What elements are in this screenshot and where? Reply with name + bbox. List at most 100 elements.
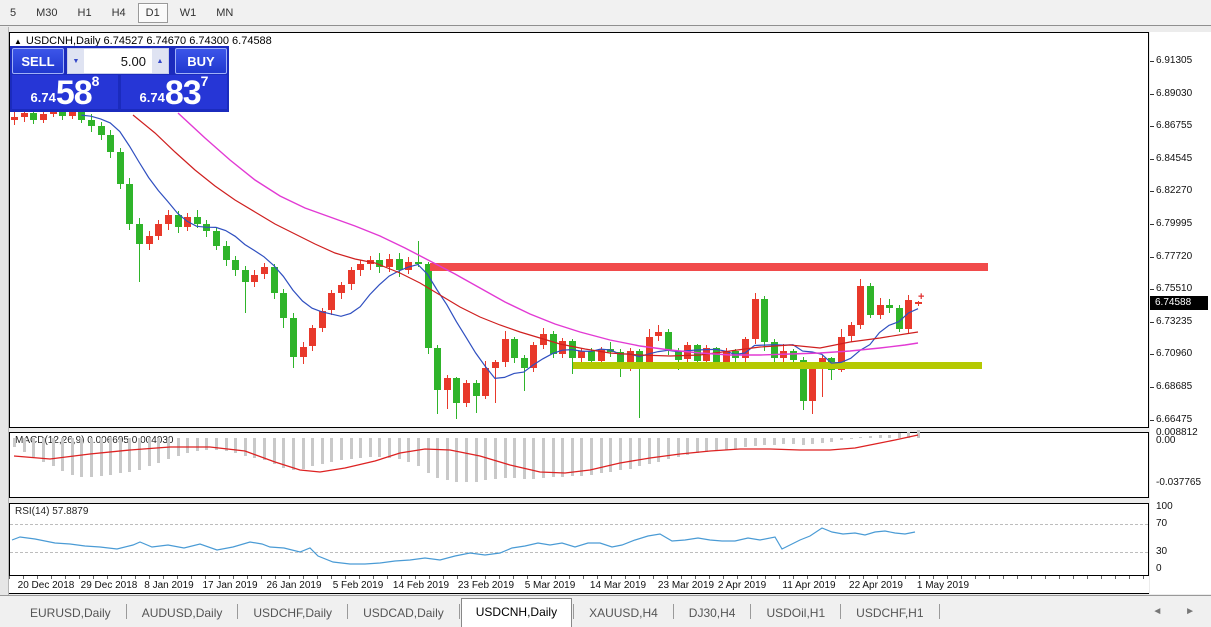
rsi-axis-label: 100 bbox=[1156, 501, 1173, 512]
price-axis-label: 6.89030 bbox=[1156, 88, 1192, 99]
price-axis-label: 6.82270 bbox=[1156, 185, 1192, 196]
tab-xauusd[interactable]: XAUUSD,H4 bbox=[575, 600, 672, 627]
price-axis-tick bbox=[1150, 224, 1154, 225]
current-price-badge: 6.74588 bbox=[1150, 296, 1208, 310]
macd-axis-label: 0.00 bbox=[1156, 435, 1175, 446]
rsi-axis-label: 70 bbox=[1156, 518, 1167, 529]
date-axis-label: 1 May 2019 bbox=[917, 580, 969, 591]
buy-price-main: 83 bbox=[165, 78, 201, 108]
volume-stepper: ▼ ▲ bbox=[67, 48, 169, 74]
price-axis-label: 6.91305 bbox=[1156, 55, 1192, 66]
tab-usdcnh[interactable]: USDCNH,Daily bbox=[461, 598, 572, 627]
date-axis-label: 26 Jan 2019 bbox=[266, 580, 321, 591]
price-axis-tick bbox=[1150, 61, 1154, 62]
chart-tab-bar: EURUSD,DailyAUDUSD,DailyUSDCHF,DailyUSDC… bbox=[0, 595, 1211, 627]
date-axis-label: 22 Apr 2019 bbox=[849, 580, 903, 591]
date-axis-label: 14 Feb 2019 bbox=[393, 580, 449, 591]
tab-usdchf[interactable]: USDCHF,H1 bbox=[842, 600, 937, 627]
timeframe-button-m30[interactable]: M30 bbox=[28, 3, 65, 23]
macd-signal-red-line bbox=[14, 435, 918, 473]
macd-axis-label: -0.037765 bbox=[1156, 477, 1201, 488]
sell-button[interactable]: SELL bbox=[12, 48, 64, 74]
sell-price-pip: 8 bbox=[92, 73, 100, 89]
tab-separator bbox=[459, 604, 460, 619]
price-axis-tick bbox=[1150, 322, 1154, 323]
ohlc-close: 6.74588 bbox=[232, 35, 272, 47]
tab-separator bbox=[573, 604, 574, 619]
date-axis[interactable]: 20 Dec 2018 29 Dec 2018 8 Jan 2019 17 Jan 2… bbox=[9, 576, 1149, 594]
timeframe-button-5[interactable]: 5 bbox=[2, 3, 24, 23]
date-axis-label: 8 Jan 2019 bbox=[144, 580, 194, 591]
tab-separator bbox=[840, 604, 841, 619]
macd-signal-line bbox=[10, 433, 1148, 497]
volume-increase-icon[interactable]: ▲ bbox=[152, 49, 168, 73]
price-axis-label: 6.70960 bbox=[1156, 348, 1192, 359]
price-axis-label: 6.86755 bbox=[1156, 120, 1192, 131]
ma-mid-red-line bbox=[133, 115, 918, 356]
trading-platform-window: 5M30H1H4D1W1MN + ▲USDCNH,Daily 6.74527 6… bbox=[0, 0, 1211, 627]
tab-separator bbox=[939, 604, 940, 619]
volume-input[interactable] bbox=[84, 49, 152, 73]
timeframe-button-w1[interactable]: W1 bbox=[172, 3, 205, 23]
price-axis-tick bbox=[1150, 159, 1154, 160]
tab-separator bbox=[673, 604, 674, 619]
price-axis-label: 6.68685 bbox=[1156, 381, 1192, 392]
tab-separator bbox=[347, 604, 348, 619]
price-axis-tick bbox=[1150, 94, 1154, 95]
timeframe-button-h1[interactable]: H1 bbox=[70, 3, 100, 23]
tab-separator bbox=[126, 604, 127, 619]
timeframe-button-mn[interactable]: MN bbox=[208, 3, 241, 23]
rsi-axis-label: 0 bbox=[1156, 563, 1162, 574]
price-axis-tick bbox=[1150, 387, 1154, 388]
date-axis-label: 29 Dec 2018 bbox=[81, 580, 138, 591]
buy-price-pip: 7 bbox=[201, 73, 209, 89]
tab-dj30[interactable]: DJ30,H4 bbox=[675, 600, 750, 627]
sell-price-tile[interactable]: 6.74 58 8 bbox=[12, 75, 118, 109]
date-axis-label: 23 Mar 2019 bbox=[658, 580, 714, 591]
tab-usdoil[interactable]: USDOil,H1 bbox=[752, 600, 839, 627]
sell-price-prefix: 6.74 bbox=[31, 90, 56, 105]
tab-scroll-arrows[interactable]: ◄ ► bbox=[1152, 606, 1205, 617]
timeframe-button-d1[interactable]: D1 bbox=[138, 3, 168, 23]
ma-slow-magenta-line bbox=[178, 113, 918, 355]
price-axis-tick bbox=[1150, 126, 1154, 127]
date-axis-label: 17 Jan 2019 bbox=[202, 580, 257, 591]
date-axis-label: 5 Feb 2019 bbox=[333, 580, 384, 591]
price-axis-label: 6.75510 bbox=[1156, 283, 1192, 294]
price-axis[interactable]: 6.91305 6.89030 6.86755 6.84545 6.82270 6.799… bbox=[1150, 32, 1211, 594]
price-axis-tick bbox=[1150, 420, 1154, 421]
date-axis-label: 2 Apr 2019 bbox=[718, 580, 766, 591]
price-axis-label: 6.77720 bbox=[1156, 251, 1192, 262]
price-axis-tick bbox=[1150, 289, 1154, 290]
sell-price-main: 58 bbox=[56, 78, 92, 108]
tab-separator bbox=[750, 604, 751, 619]
buy-price-tile[interactable]: 6.74 83 7 bbox=[121, 75, 227, 109]
rsi-indicator-pane[interactable]: RSI(14) 57.8879 bbox=[9, 503, 1149, 576]
tab-eurusd[interactable]: EURUSD,Daily bbox=[16, 600, 125, 627]
macd-indicator-pane[interactable]: MACD(12,26,9) 0.006695 0.004030 bbox=[9, 432, 1149, 498]
price-axis-label: 6.66475 bbox=[1156, 414, 1192, 425]
tab-usdchf[interactable]: USDCHF,Daily bbox=[239, 600, 346, 627]
rsi-blue-line bbox=[12, 528, 915, 564]
buy-button[interactable]: BUY bbox=[175, 48, 227, 74]
price-axis-tick bbox=[1150, 354, 1154, 355]
date-axis-label: 23 Feb 2019 bbox=[458, 580, 514, 591]
tab-usdcad[interactable]: USDCAD,Daily bbox=[349, 600, 458, 627]
tab-separator bbox=[237, 604, 238, 619]
tab-audusd[interactable]: AUDUSD,Daily bbox=[128, 600, 237, 627]
price-axis-label: 6.79995 bbox=[1156, 218, 1192, 229]
collapse-icon[interactable]: ▲ bbox=[14, 37, 22, 46]
one-click-trade-panel: SELL ▼ ▲ BUY 6.74 58 8 6.74 83 7 bbox=[10, 46, 229, 112]
rsi-axis-label: 30 bbox=[1156, 546, 1167, 557]
date-axis-label: 14 Mar 2019 bbox=[590, 580, 646, 591]
date-axis-label: 20 Dec 2018 bbox=[18, 580, 75, 591]
date-axis-label: 11 Apr 2019 bbox=[782, 580, 835, 591]
date-axis-label: 5 Mar 2019 bbox=[525, 580, 576, 591]
timeframe-button-h4[interactable]: H4 bbox=[104, 3, 134, 23]
price-axis-label: 6.84545 bbox=[1156, 153, 1192, 164]
rsi-line bbox=[10, 504, 1148, 575]
left-margin-strip bbox=[0, 27, 9, 595]
volume-decrease-icon[interactable]: ▼ bbox=[68, 49, 84, 73]
buy-price-prefix: 6.74 bbox=[140, 90, 165, 105]
last-price-marker-icon: + bbox=[918, 291, 924, 303]
